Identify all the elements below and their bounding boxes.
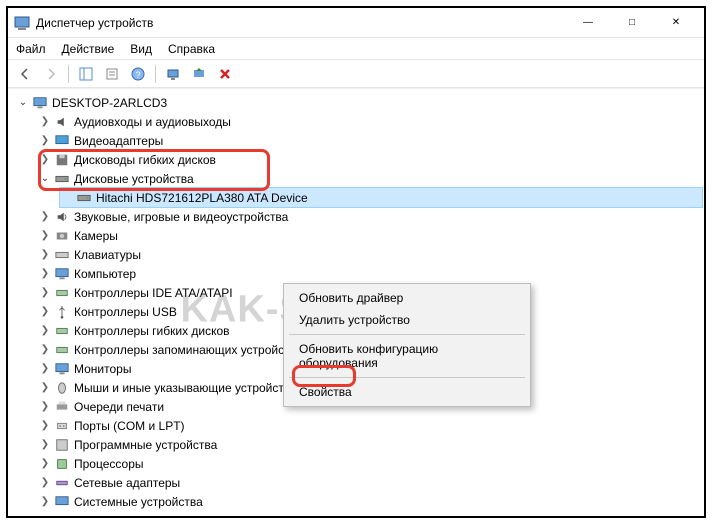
- tree-item-cpu[interactable]: ❯Процессоры: [38, 454, 702, 473]
- tree-item-network[interactable]: ❯Сетевые адаптеры: [38, 473, 702, 492]
- tree-item-video[interactable]: ❯Видеоадаптеры: [38, 131, 702, 150]
- chevron-right-icon[interactable]: ❯: [38, 476, 52, 490]
- tree-item-system[interactable]: ❯Системные устройства: [38, 492, 702, 511]
- menu-action[interactable]: Действие: [62, 42, 115, 56]
- port-icon: [54, 418, 70, 434]
- chevron-right-icon[interactable]: ❯: [38, 324, 52, 338]
- tree-item-floppy[interactable]: ❯Дисководы гибких дисков: [38, 150, 702, 169]
- device-tree-area: ⌄ DESKTOP-2ARLCD3 ❯Аудиовходы и аудиовых…: [8, 88, 704, 514]
- svg-text:?: ?: [135, 70, 140, 80]
- show-hide-tree-button[interactable]: [75, 63, 97, 85]
- mouse-icon: [54, 380, 70, 396]
- toolbar-separator: [68, 65, 69, 83]
- camera-icon: [54, 228, 70, 244]
- scan-hw-button[interactable]: [162, 63, 184, 85]
- hid-icon: [54, 513, 70, 515]
- context-menu: Обновить драйвер Удалить устройство Обно…: [283, 283, 531, 407]
- context-menu-update-driver[interactable]: Обновить драйвер: [287, 287, 527, 309]
- tree-item-ports[interactable]: ❯Порты (COM и LPT): [38, 416, 702, 435]
- properties-button[interactable]: [101, 63, 123, 85]
- disk-icon: [76, 190, 92, 206]
- chevron-right-icon[interactable]: ❯: [38, 457, 52, 471]
- context-menu-scan-hw[interactable]: Обновить конфигурацию оборудования: [287, 338, 527, 374]
- chevron-right-icon[interactable]: ❯: [38, 400, 52, 414]
- tree-root-label: DESKTOP-2ARLCD3: [52, 96, 167, 110]
- chevron-down-icon[interactable]: ⌄: [38, 172, 52, 186]
- menu-file[interactable]: Файл: [16, 42, 46, 56]
- controller-icon: [54, 342, 70, 358]
- chevron-right-icon[interactable]: ❯: [38, 153, 52, 167]
- chevron-right-icon[interactable]: ❯: [38, 381, 52, 395]
- tree-item-cameras[interactable]: ❯Камеры: [38, 226, 702, 245]
- chevron-right-icon[interactable]: ❯: [38, 229, 52, 243]
- app-icon: [14, 15, 30, 31]
- back-button[interactable]: [14, 63, 36, 85]
- context-menu-separator: [289, 334, 525, 335]
- context-menu-properties[interactable]: Свойства: [287, 381, 527, 403]
- tree-item-keyboards[interactable]: ❯Клавиатуры: [38, 245, 702, 264]
- tree-item-sound[interactable]: ❯Звуковые, игровые и видеоустройства: [38, 207, 702, 226]
- controller-icon: [54, 323, 70, 339]
- controller-icon: [54, 285, 70, 301]
- tree-item-software[interactable]: ❯Программные устройства: [38, 435, 702, 454]
- help-button[interactable]: ?: [127, 63, 149, 85]
- computer-icon: [54, 266, 70, 282]
- display-icon: [54, 133, 70, 149]
- uninstall-button[interactable]: [214, 63, 236, 85]
- chevron-right-icon[interactable]: ❯: [38, 495, 52, 509]
- window-title: Диспетчер устройств: [36, 16, 566, 30]
- maximize-button[interactable]: □: [610, 9, 654, 37]
- tree-item-disk-child[interactable]: ❯Hitachi HDS721612PLA380 ATA Device: [60, 188, 702, 207]
- sound-icon: [54, 209, 70, 225]
- tree-root[interactable]: ⌄ DESKTOP-2ARLCD3: [16, 93, 702, 112]
- system-icon: [54, 494, 70, 510]
- chevron-right-icon[interactable]: ❯: [38, 286, 52, 300]
- chevron-right-icon[interactable]: ❯: [38, 419, 52, 433]
- chevron-right-icon[interactable]: ❯: [38, 248, 52, 262]
- forward-button[interactable]: [40, 63, 62, 85]
- usb-icon: [54, 304, 70, 320]
- titlebar: Диспетчер устройств — □ ✕: [8, 8, 704, 38]
- toolbar-separator: [155, 65, 156, 83]
- tree-item-hid[interactable]: ❯Устройства HID (Human Interface Devices…: [38, 511, 702, 514]
- computer-icon: [32, 95, 48, 111]
- chevron-right-icon[interactable]: ❯: [38, 115, 52, 129]
- disk-icon: [54, 171, 70, 187]
- menu-help[interactable]: Справка: [168, 42, 215, 56]
- chevron-right-icon[interactable]: ❯: [38, 362, 52, 376]
- toolbar: ?: [8, 60, 704, 88]
- audio-icon: [54, 114, 70, 130]
- tree-item-audio[interactable]: ❯Аудиовходы и аудиовыходы: [38, 112, 702, 131]
- context-menu-remove-device[interactable]: Удалить устройство: [287, 309, 527, 331]
- tree-item-disks[interactable]: ⌄Дисковые устройства: [38, 169, 702, 188]
- chevron-right-icon[interactable]: ❯: [38, 267, 52, 281]
- close-button[interactable]: ✕: [654, 9, 698, 37]
- chevron-right-icon[interactable]: ❯: [38, 343, 52, 357]
- floppy-icon: [54, 152, 70, 168]
- cpu-icon: [54, 456, 70, 472]
- chevron-right-icon[interactable]: ❯: [38, 438, 52, 452]
- chevron-down-icon[interactable]: ⌄: [16, 96, 30, 110]
- network-icon: [54, 475, 70, 491]
- minimize-button[interactable]: —: [566, 9, 610, 37]
- menu-view[interactable]: Вид: [130, 42, 152, 56]
- chevron-right-icon[interactable]: ❯: [38, 514, 52, 515]
- software-icon: [54, 437, 70, 453]
- chevron-right-icon[interactable]: ❯: [38, 210, 52, 224]
- monitor-icon: [54, 361, 70, 377]
- chevron-right-icon[interactable]: ❯: [38, 305, 52, 319]
- printer-icon: [54, 399, 70, 415]
- context-menu-separator: [289, 377, 525, 378]
- tree-item-computer[interactable]: ❯Компьютер: [38, 264, 702, 283]
- keyboard-icon: [54, 247, 70, 263]
- menubar: Файл Действие Вид Справка: [8, 38, 704, 60]
- update-driver-button[interactable]: [188, 63, 210, 85]
- chevron-right-icon[interactable]: ❯: [38, 134, 52, 148]
